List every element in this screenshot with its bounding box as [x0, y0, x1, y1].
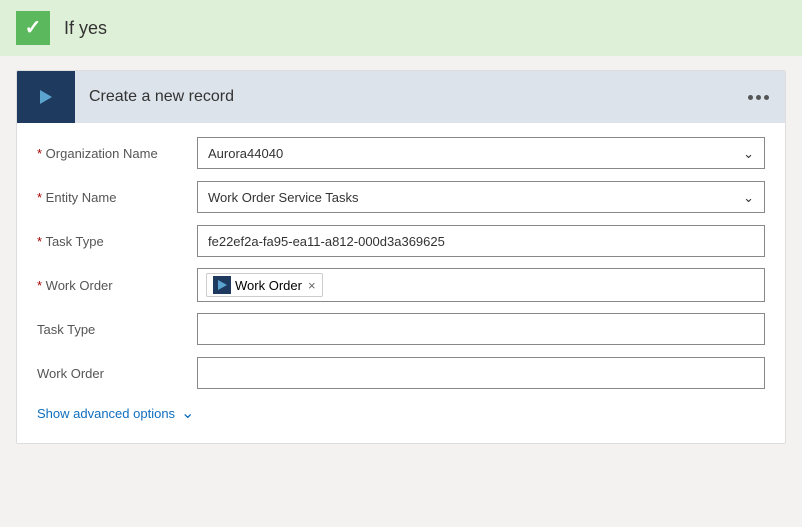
entity-name-label: Entity Name	[37, 190, 197, 205]
task-type-optional-input[interactable]	[197, 313, 765, 345]
chevron-down-icon: ⌄	[743, 147, 754, 160]
entity-name-value: Work Order Service Tasks	[208, 190, 359, 205]
card-header: Create a new record	[17, 71, 785, 123]
entity-name-dropdown[interactable]: Work Order Service Tasks ⌄	[197, 181, 765, 213]
work-order-tag-input[interactable]: Work Order ×	[197, 268, 765, 302]
org-name-dropdown[interactable]: Aurora44040 ⌄	[197, 137, 765, 169]
work-order-required-label: Work Order	[37, 278, 197, 293]
task-type-optional-label: Task Type	[37, 322, 197, 337]
tag-label: Work Order	[235, 278, 302, 293]
task-type-optional-row: Task Type	[37, 311, 765, 347]
task-type-required-label: Task Type	[37, 234, 197, 249]
org-name-control: Aurora44040 ⌄	[197, 137, 765, 169]
work-order-required-row: Work Order Work Order ×	[37, 267, 765, 303]
card-body: Organization Name Aurora44040 ⌄ Entity N…	[17, 123, 785, 443]
task-type-input[interactable]	[197, 225, 765, 257]
if-yes-label: If yes	[64, 18, 107, 39]
work-order-tag: Work Order ×	[206, 273, 323, 297]
work-order-control: Work Order ×	[197, 268, 765, 302]
task-type-required-row: Task Type	[37, 223, 765, 259]
entity-name-control: Work Order Service Tasks ⌄	[197, 181, 765, 213]
show-advanced-label: Show advanced options	[37, 406, 175, 421]
more-options-button[interactable]	[732, 95, 785, 100]
if-yes-header: ✓ If yes	[0, 0, 802, 56]
card-title: Create a new record	[75, 88, 732, 106]
chevron-down-advanced-icon: ⌄	[181, 403, 194, 423]
tag-close-button[interactable]: ×	[308, 278, 316, 293]
org-name-row: Organization Name Aurora44040 ⌄	[37, 135, 765, 171]
task-type-optional-control	[197, 313, 765, 345]
play-icon	[40, 90, 52, 104]
org-name-label: Organization Name	[37, 146, 197, 161]
tag-play-icon	[213, 276, 231, 294]
work-order-optional-input[interactable]	[197, 357, 765, 389]
org-name-value: Aurora44040	[208, 146, 283, 161]
card-icon	[17, 71, 75, 123]
entity-name-row: Entity Name Work Order Service Tasks ⌄	[37, 179, 765, 215]
work-order-optional-control	[197, 357, 765, 389]
work-order-optional-label: Work Order	[37, 366, 197, 381]
create-record-card: Create a new record Organization Name Au…	[16, 70, 786, 444]
show-advanced-options[interactable]: Show advanced options ⌄	[37, 399, 765, 427]
work-order-optional-row: Work Order	[37, 355, 765, 391]
check-icon: ✓	[16, 11, 50, 45]
chevron-down-icon-2: ⌄	[743, 191, 754, 204]
task-type-control	[197, 225, 765, 257]
three-dots-icon	[748, 95, 769, 100]
